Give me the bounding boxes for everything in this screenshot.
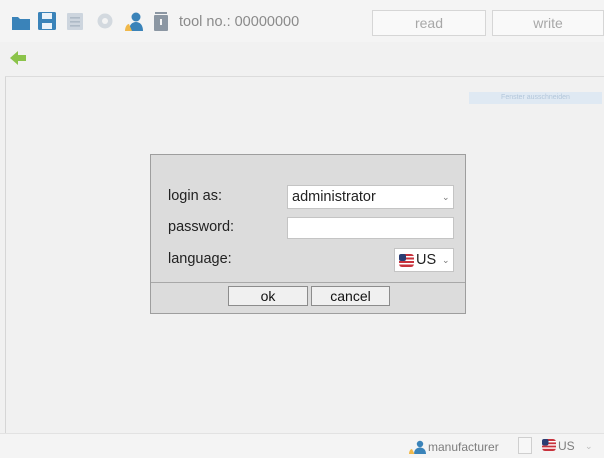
hint-badge: Fenster ausschneiden [469, 92, 602, 104]
navigation-bar [5, 42, 604, 77]
login-as-value: administrator [292, 189, 376, 205]
user-icon[interactable] [124, 9, 144, 33]
ok-button[interactable]: ok [228, 286, 308, 306]
login-as-select[interactable]: administrator ⌄ [287, 185, 454, 209]
user-icon [409, 440, 426, 454]
status-language-value: US [558, 439, 575, 453]
status-language-select[interactable]: US ⌄ [541, 436, 597, 456]
save-icon[interactable] [37, 9, 57, 33]
settings-gear-icon[interactable] [95, 9, 115, 33]
cancel-button[interactable]: cancel [311, 286, 390, 306]
password-label: password: [168, 219, 235, 235]
document-icon[interactable] [518, 437, 532, 454]
tool-number-label: tool no.: 00000000 [179, 14, 300, 30]
language-value: US [416, 252, 437, 268]
chevron-down-icon: ⌄ [442, 255, 450, 265]
back-arrow-icon[interactable] [9, 50, 27, 66]
dialog-divider [151, 282, 465, 283]
status-bar: manufacturer US ⌄ [0, 433, 604, 458]
current-user-label: manufacturer [428, 440, 499, 454]
trash-icon[interactable] [151, 9, 171, 33]
password-input[interactable] [287, 217, 454, 239]
write-button[interactable]: write [492, 10, 604, 36]
toolbar: tool no.: 00000000 read write [0, 0, 604, 42]
language-label: language: [168, 251, 232, 267]
print-icon[interactable] [65, 9, 85, 33]
chevron-down-icon: ⌄ [585, 441, 593, 451]
login-as-label: login as: [168, 188, 223, 204]
us-flag-icon [399, 254, 414, 267]
login-dialog: login as: administrator ⌄ password: lang… [150, 154, 466, 314]
read-button[interactable]: read [372, 10, 486, 36]
language-select[interactable]: US ⌄ [394, 248, 454, 272]
chevron-down-icon: ⌄ [442, 192, 450, 202]
us-flag-icon [542, 439, 556, 451]
folder-open-icon[interactable] [11, 9, 31, 33]
